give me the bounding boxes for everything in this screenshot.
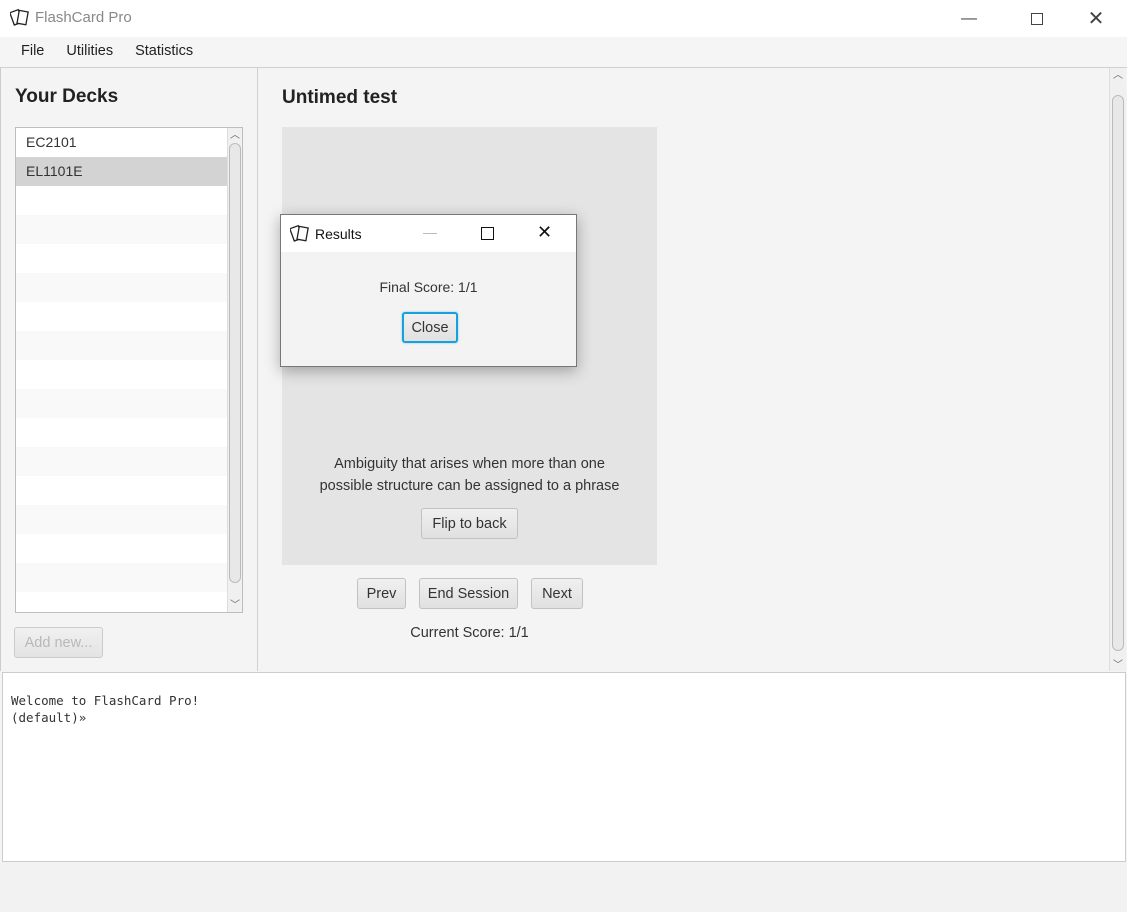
title-bar: FlashCard Pro — ✕: [0, 0, 1127, 37]
scroll-thumb[interactable]: [229, 143, 241, 583]
window-title: FlashCard Pro: [35, 9, 132, 26]
current-score: Current Score: 1/1: [410, 625, 529, 641]
minimize-icon: [423, 233, 437, 234]
flip-button[interactable]: Flip to back: [421, 508, 518, 539]
deck-item-selected[interactable]: EL1101E: [16, 157, 227, 186]
empty-row: [16, 244, 227, 273]
deck-list-scrollbar[interactable]: ︿ ﹀: [227, 128, 242, 612]
final-score: Final Score: 1/1: [379, 279, 478, 295]
minimize-button[interactable]: —: [946, 0, 992, 37]
console-prompt: (default)»: [11, 710, 87, 725]
card-text-line: possible structure can be assigned to a …: [319, 478, 620, 494]
page-title: Untimed test: [282, 87, 398, 108]
menu-utilities[interactable]: Utilities: [55, 37, 124, 67]
empty-row: [16, 534, 227, 563]
empty-row: [16, 563, 227, 592]
empty-row: [16, 273, 227, 302]
minimize-icon: —: [961, 9, 977, 27]
dialog-title-bar: Results ✕: [281, 215, 576, 252]
next-button[interactable]: Next: [531, 578, 583, 609]
maximize-icon[interactable]: [481, 227, 494, 240]
maximize-icon: [1031, 12, 1043, 25]
deck-list[interactable]: EC2101 EL1101E ︿ ﹀: [15, 127, 243, 613]
scroll-thumb[interactable]: [1112, 95, 1124, 651]
main-scrollbar[interactable]: ︿ ﹀: [1109, 68, 1126, 671]
scroll-up-icon[interactable]: ︿: [230, 128, 240, 141]
console-output[interactable]: Welcome to FlashCard Pro! (default)»: [2, 672, 1126, 862]
end-session-button[interactable]: End Session: [419, 578, 518, 609]
close-button[interactable]: ✕: [1073, 0, 1119, 37]
empty-row: [16, 447, 227, 476]
scroll-up-icon[interactable]: ︿: [1113, 66, 1123, 81]
card-text-line: Ambiguity that arises when more than one: [334, 456, 605, 472]
console-line: Welcome to FlashCard Pro!: [11, 693, 200, 708]
status-bar: [0, 862, 1127, 912]
sidebar-heading: Your Decks: [15, 86, 119, 107]
menu-statistics[interactable]: Statistics: [124, 37, 204, 67]
empty-row: [16, 389, 227, 418]
close-icon: ✕: [1087, 8, 1105, 30]
empty-row: [16, 505, 227, 534]
close-icon[interactable]: ✕: [537, 222, 552, 243]
add-deck-button[interactable]: Add new...: [14, 627, 103, 658]
dialog-close-button[interactable]: Close: [402, 312, 458, 343]
deck-item[interactable]: EC2101: [16, 128, 227, 157]
results-dialog: Results ✕ Final Score: 1/1 Close: [280, 214, 577, 367]
empty-row: [16, 215, 227, 244]
empty-row: [16, 418, 227, 447]
prev-button[interactable]: Prev: [357, 578, 406, 609]
empty-row: [16, 186, 227, 215]
dialog-title: Results: [315, 226, 362, 242]
cards-icon: [10, 8, 29, 26]
empty-row: [16, 302, 227, 331]
empty-row: [16, 360, 227, 389]
empty-row: [16, 476, 227, 505]
scroll-down-icon[interactable]: ﹀: [1113, 656, 1123, 671]
scroll-down-icon[interactable]: ﹀: [230, 596, 240, 611]
empty-row: [16, 331, 227, 360]
maximize-button[interactable]: [1014, 0, 1060, 37]
cards-icon: [290, 224, 309, 242]
menu-file[interactable]: File: [10, 37, 55, 67]
menu-bar: File Utilities Statistics: [0, 37, 1127, 68]
